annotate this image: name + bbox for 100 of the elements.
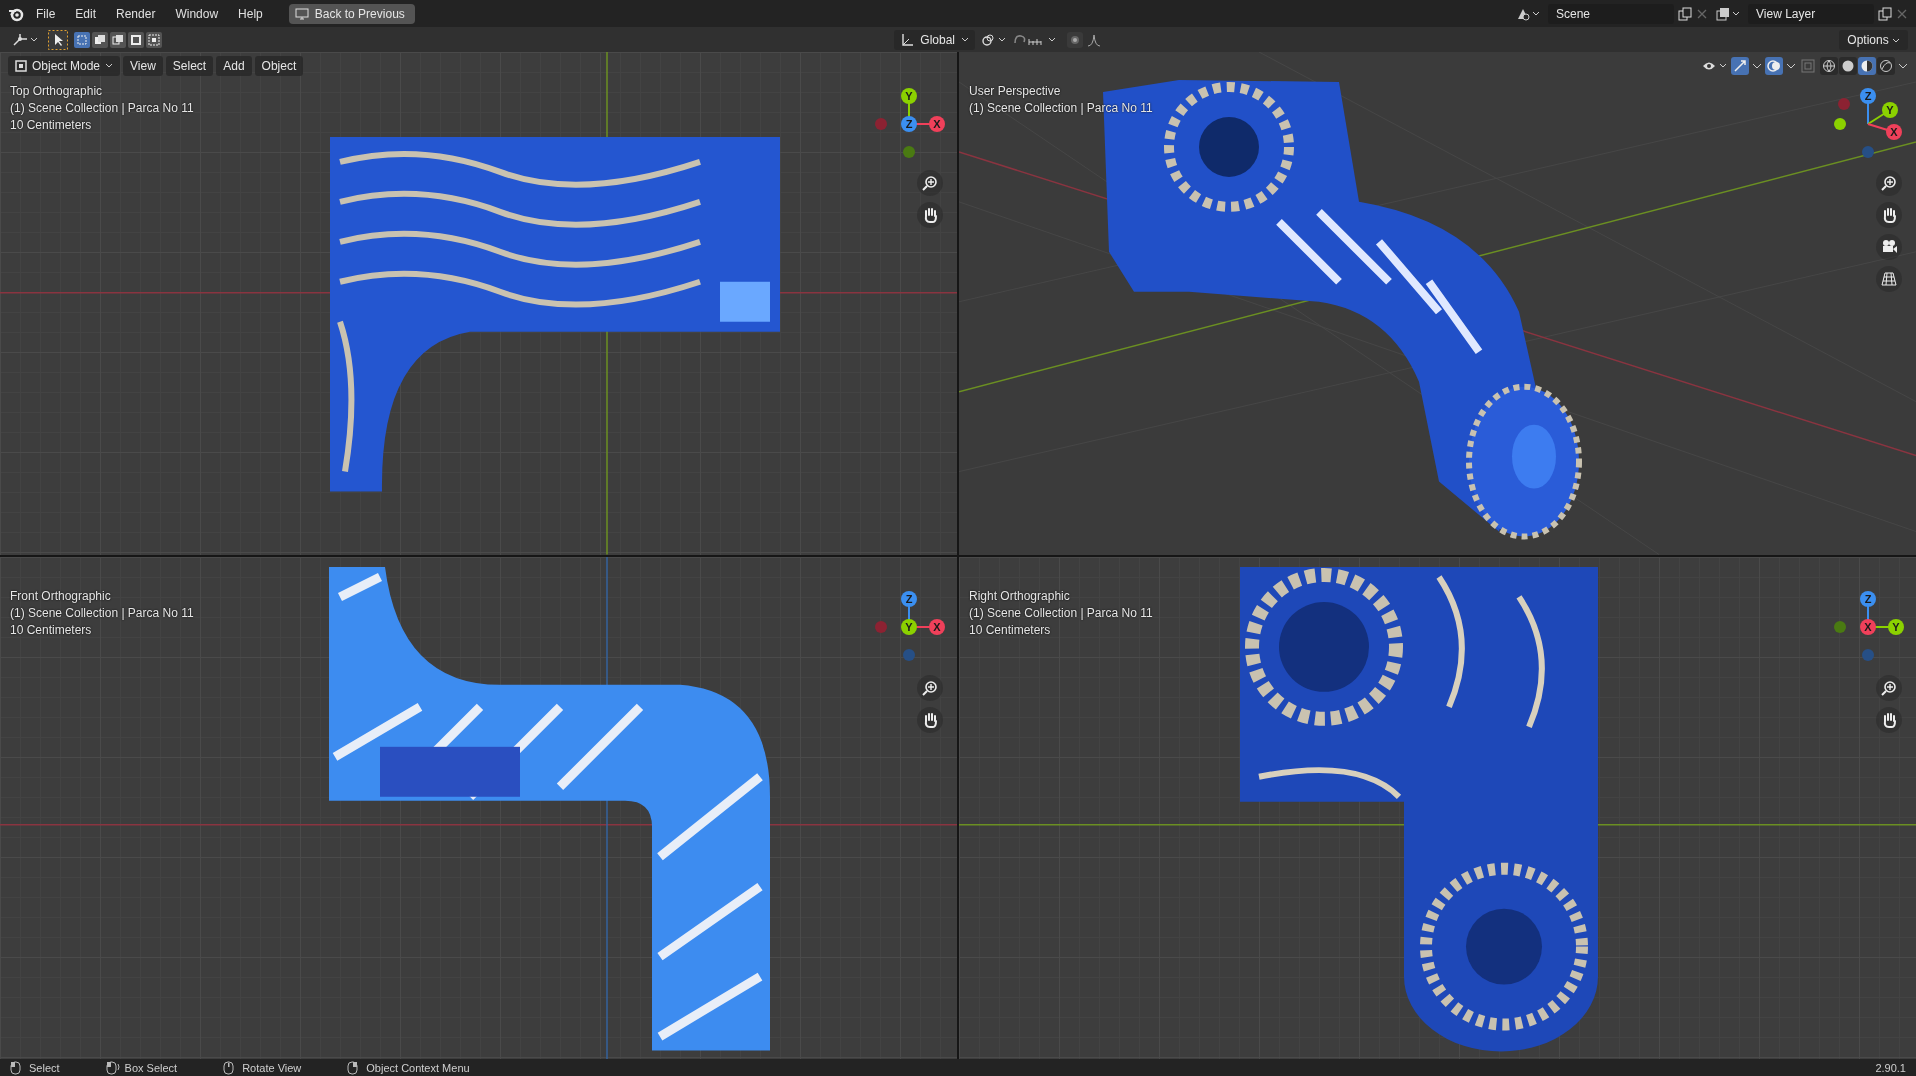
selection-mode-button[interactable]: [128, 31, 144, 48]
grid-scale-label: 10 Centimeters: [969, 622, 1051, 637]
menu-item[interactable]: File: [28, 3, 64, 24]
axis-dot[interactable]: [875, 620, 887, 633]
shading-mode-button[interactable]: [1877, 57, 1895, 75]
selection-mode-button[interactable]: [74, 31, 90, 48]
chevron-down-icon: [105, 63, 114, 69]
close-icon[interactable]: [1896, 7, 1908, 20]
axis-dot[interactable]: [901, 116, 917, 132]
menu-item[interactable]: Edit: [67, 3, 105, 24]
axis-dot[interactable]: [1860, 618, 1876, 635]
axis-label: Y: [1886, 104, 1894, 116]
sphere-icon: [1841, 59, 1855, 73]
axis-dot[interactable]: [1834, 118, 1846, 130]
transform-orientation-dropdown[interactable]: Global: [894, 29, 975, 50]
viewport-title: Top Orthographic: [10, 84, 103, 98]
hand-icon[interactable]: [1881, 207, 1897, 223]
overlays-toggle-icon[interactable]: [1765, 57, 1783, 75]
axis-dot[interactable]: [903, 146, 915, 158]
duplicate-icon[interactable]: [1878, 6, 1892, 21]
shading-mode-button[interactable]: [1839, 57, 1857, 75]
layers-icon: [1716, 6, 1730, 21]
selection-box-icon: [94, 33, 106, 46]
selection-mode-button[interactable]: [146, 31, 162, 48]
options-dropdown[interactable]: Options: [1839, 29, 1908, 50]
selection-box-icon: [148, 33, 160, 46]
select-tool-icon[interactable]: [48, 29, 68, 50]
axis-dot[interactable]: [1834, 620, 1846, 633]
back-to-previous-button[interactable]: Back to Previous: [288, 3, 415, 24]
axis-dot[interactable]: [1882, 102, 1898, 118]
grid-icon[interactable]: [1881, 271, 1897, 287]
mouse-icon: [105, 1060, 120, 1075]
view-layer-field[interactable]: View Layer: [1748, 3, 1874, 24]
axis-dot[interactable]: [1886, 124, 1902, 140]
monitor-icon: [294, 7, 309, 20]
axis-dot[interactable]: [1862, 146, 1874, 158]
sphere-icon: [1860, 59, 1874, 73]
sphere-icon: [1879, 59, 1893, 73]
hand-icon[interactable]: [922, 711, 938, 728]
axis-dot[interactable]: [901, 618, 917, 635]
axes-icon: [12, 32, 28, 47]
menu-item[interactable]: View: [123, 56, 163, 76]
axis-label: Z: [905, 592, 913, 605]
menu-item[interactable]: Object: [254, 56, 304, 76]
chevron-down-icon: [1892, 37, 1900, 44]
axis-label: X: [933, 118, 941, 130]
axis-dot[interactable]: [901, 88, 917, 104]
camera-icon[interactable]: [1881, 239, 1897, 255]
axis-label: X: [1864, 620, 1872, 633]
axis-dot[interactable]: [1838, 98, 1850, 110]
axis-dot[interactable]: [901, 590, 917, 607]
menu-item[interactable]: Help: [230, 3, 271, 24]
gizmo-toggle-icon[interactable]: [1731, 57, 1749, 75]
grid-scale-label: 10 Centimeters: [10, 622, 92, 637]
axis-dot[interactable]: [1860, 88, 1876, 104]
axis-label: Y: [905, 620, 913, 633]
collection-label: (1) Scene Collection | Parca No 11: [10, 605, 194, 620]
menu-item[interactable]: Select: [165, 56, 214, 76]
xray-toggle-icon[interactable]: [1799, 57, 1817, 75]
collection-label: (1) Scene Collection | Parca No 11: [10, 101, 194, 115]
axis-dot[interactable]: [1888, 618, 1904, 635]
selection-mode-button[interactable]: [92, 31, 108, 48]
axis-dot[interactable]: [1860, 590, 1876, 607]
zoom-icon[interactable]: [1881, 679, 1897, 696]
cube-icon: [15, 60, 27, 72]
axis-dot[interactable]: [903, 648, 915, 661]
shading-mode-button[interactable]: [1858, 57, 1876, 75]
axis-label: Y: [1892, 620, 1900, 633]
chevron-down-icon: [30, 36, 38, 43]
selection-box-icon: [76, 33, 88, 46]
menu-item[interactable]: Window: [167, 3, 227, 24]
mouse-icon: [10, 1060, 24, 1075]
axis-dot[interactable]: [875, 118, 887, 130]
collection-label: (1) Scene Collection | Parca No 11: [969, 605, 1153, 620]
object-mode-dropdown[interactable]: Object Mode: [8, 56, 121, 76]
shortcut-hint: Box Select: [124, 1061, 178, 1074]
menu-item[interactable]: Add: [216, 56, 252, 76]
grid-scale-label: 10 Centimeters: [10, 118, 92, 132]
menu-item[interactable]: Render: [108, 3, 164, 24]
viewport-title: Front Orthographic: [10, 588, 111, 603]
selection-mode-button[interactable]: [110, 31, 126, 48]
hand-icon[interactable]: [1881, 711, 1897, 728]
scene-name-field[interactable]: Scene: [1548, 3, 1674, 24]
shortcut-hint: Object Context Menu: [366, 1061, 470, 1074]
zoom-icon[interactable]: [1881, 175, 1897, 191]
chevron-down-icon: [1532, 10, 1540, 17]
pivot-point-icon[interactable]: [981, 32, 1007, 47]
zoom-icon[interactable]: [922, 679, 938, 696]
zoom-icon[interactable]: [922, 175, 938, 191]
axis-dot[interactable]: [1862, 648, 1874, 661]
axis-label: Z: [1864, 592, 1872, 605]
shortcut-hint: Rotate View: [242, 1061, 302, 1074]
axis-dot[interactable]: [929, 116, 945, 132]
hand-icon[interactable]: [922, 207, 938, 223]
shading-mode-button[interactable]: [1820, 57, 1838, 75]
axis-dot[interactable]: [929, 618, 945, 635]
version-label: 2.90.1: [1875, 1061, 1906, 1074]
close-icon[interactable]: [1696, 7, 1708, 20]
chevron-down-icon: [961, 36, 969, 43]
duplicate-icon[interactable]: [1678, 6, 1692, 21]
